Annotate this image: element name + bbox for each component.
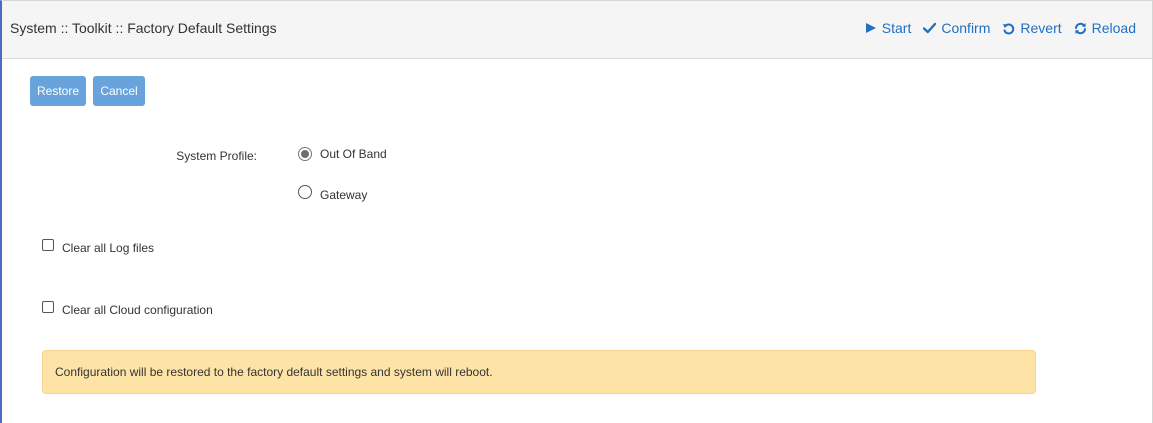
radio-gateway[interactable]: Gateway xyxy=(298,185,368,202)
system-profile-label: System Profile: xyxy=(176,149,257,163)
revert-action[interactable]: Revert xyxy=(1002,20,1062,36)
warning-alert-message: Configuration will be restored to the fa… xyxy=(55,365,493,379)
start-action[interactable]: Start xyxy=(865,20,912,36)
reload-action[interactable]: Reload xyxy=(1074,20,1136,36)
warning-alert: Configuration will be restored to the fa… xyxy=(42,350,1036,394)
check-icon xyxy=(923,22,937,34)
start-action-label: Start xyxy=(881,20,912,36)
factory-default-panel: System :: Toolkit :: Factory Default Set… xyxy=(0,0,1153,423)
page-title: System :: Toolkit :: Factory Default Set… xyxy=(10,20,277,36)
clear-log-files-checkbox[interactable] xyxy=(42,239,54,251)
revert-action-label: Revert xyxy=(1020,20,1062,36)
restore-button[interactable]: Restore xyxy=(30,76,86,106)
panel-header: System :: Toolkit :: Factory Default Set… xyxy=(2,1,1152,59)
confirm-action-label: Confirm xyxy=(941,20,991,36)
clear-log-files-label: Clear all Log files xyxy=(62,241,155,255)
header-actions: Start Confirm Revert Reload xyxy=(865,20,1136,36)
radio-gateway-label: Gateway xyxy=(320,188,368,202)
clear-cloud-config-label: Clear all Cloud configuration xyxy=(62,303,213,317)
radio-out-of-band[interactable]: Out Of Band xyxy=(298,147,387,161)
radio-button[interactable] xyxy=(298,185,312,199)
radio-out-of-band-label: Out Of Band xyxy=(320,147,387,161)
clear-log-files-option[interactable]: Clear all Log files xyxy=(42,238,155,255)
clear-cloud-config-option[interactable]: Clear all Cloud configuration xyxy=(42,300,213,317)
undo-icon xyxy=(1002,22,1015,35)
cancel-button[interactable]: Cancel xyxy=(93,76,145,106)
play-icon xyxy=(865,22,877,34)
confirm-action[interactable]: Confirm xyxy=(923,20,990,36)
reload-action-label: Reload xyxy=(1091,20,1136,36)
refresh-icon xyxy=(1074,22,1087,35)
clear-cloud-config-checkbox[interactable] xyxy=(42,301,54,313)
radio-button-checked[interactable] xyxy=(298,147,312,161)
